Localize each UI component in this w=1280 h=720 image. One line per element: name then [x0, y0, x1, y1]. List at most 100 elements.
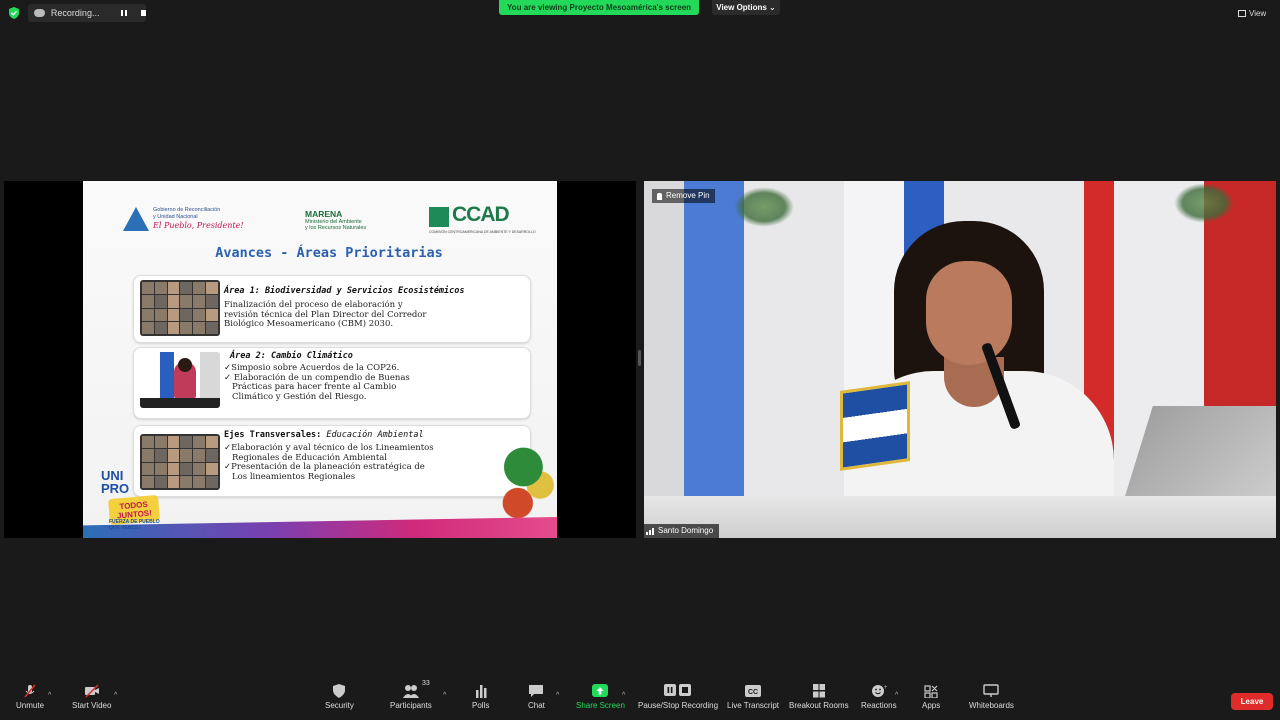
apps-label: Apps: [922, 701, 941, 710]
share-options-caret-icon[interactable]: ^: [622, 692, 625, 699]
svg-text:+: +: [884, 685, 887, 691]
whiteboards-button[interactable]: Whiteboards: [969, 684, 1014, 710]
shield-check-icon[interactable]: [8, 7, 20, 19]
ejes-heading-italic: Educación Ambiental: [326, 430, 424, 440]
reactions-options-caret-icon[interactable]: ^: [895, 692, 898, 699]
security-button[interactable]: Security: [325, 684, 354, 710]
share-screen-button[interactable]: Share Screen: [576, 684, 625, 710]
area-1-heading: Área 1: Biodiversidad y Servicios Ecosis…: [224, 286, 465, 296]
view-options-button[interactable]: View Options ⌄: [712, 0, 780, 15]
marena-line-2: y los Recursos Naturales: [305, 225, 367, 231]
area-2-heading: Área 2: Cambio Climático: [230, 351, 353, 361]
ccad-wordmark: CCAD: [452, 203, 510, 226]
unmute-label: Unmute: [16, 701, 45, 710]
participant-name: Santo Domingo: [658, 526, 714, 535]
desk: [644, 496, 1276, 538]
remove-pin-button[interactable]: Remove Pin: [652, 189, 715, 203]
stop-recording-icon[interactable]: [140, 10, 146, 16]
pause-stop-label: Pause/Stop Recording: [638, 701, 719, 710]
gov-line-2: y Unidad Nacional: [153, 213, 198, 220]
breakout-rooms-button[interactable]: Breakout Rooms: [789, 684, 849, 710]
participants-label: Participants: [390, 701, 432, 710]
slide-title: Avances - Áreas Prioritarias: [215, 245, 443, 261]
ejes-text: ✓Elaboración y aval técnico de los Linea…: [224, 443, 534, 482]
apps-icon: [924, 685, 938, 698]
svg-text:CC: CC: [748, 689, 758, 696]
unmute-button[interactable]: Unmute: [16, 684, 44, 710]
pin-icon: [657, 192, 662, 200]
presentation-slide: Gobierno de Reconciliación y Unidad Naci…: [83, 181, 557, 538]
marena-logo: MARENA Ministerio del Ambiente y los Rec…: [305, 209, 366, 231]
area-1-text: Finalización del proceso de elaboración …: [224, 300, 534, 330]
pause-stop-icon: [664, 684, 692, 696]
reactions-label: Reactions: [861, 701, 897, 710]
government-logo: Gobierno de Reconciliación y Unidad Naci…: [123, 207, 253, 235]
video-options-caret-icon[interactable]: ^: [114, 692, 117, 699]
speaker-thumbnail: [140, 352, 220, 408]
chevron-down-icon: ⌄: [769, 3, 776, 12]
participants-options-caret-icon[interactable]: ^: [443, 692, 446, 699]
area-2-line: Elaboración de un compendio de Buenas: [231, 372, 410, 383]
shared-screen[interactable]: Gobierno de Reconciliación y Unidad Naci…: [4, 181, 636, 538]
area-2-line: Climático y Gestión del Riesgo.: [232, 391, 367, 402]
ejes-transversales-card: Ejes Transversales: Educación Ambiental …: [133, 425, 531, 497]
ccad-subtitle: COMISIÓN CENTROAMERICANA DE AMBIENTE Y D…: [429, 230, 536, 234]
ejes-heading-bold: Ejes Transversales:: [224, 430, 322, 440]
share-screen-arrow-icon: [592, 684, 609, 697]
fuerza-slogan: FUERZA DE PUEBLO QUE VENCE!: [109, 519, 160, 531]
view-button[interactable]: View: [1238, 6, 1274, 20]
flag-crest: [1174, 183, 1234, 223]
start-video-label: Start Video: [72, 701, 112, 710]
area-2-card: Área 2: Cambio Climático ✓Simposio sobre…: [133, 347, 531, 419]
reactions-button[interactable]: + Reactions: [861, 684, 897, 710]
microphone-muted-icon: [24, 684, 36, 698]
remove-pin-label: Remove Pin: [666, 191, 710, 200]
signal-bars-icon: [646, 527, 654, 535]
area-1-line: Biológico Mesoamericano (CBM) 2030.: [224, 319, 394, 329]
audio-options-caret-icon[interactable]: ^: [48, 692, 51, 699]
reactions-smiley-icon: +: [871, 685, 887, 697]
chat-button[interactable]: Chat: [528, 684, 545, 710]
recording-indicator: Recording...: [28, 4, 146, 22]
ccad-emblem-icon: [429, 207, 449, 227]
whiteboard-icon: [983, 684, 1000, 697]
area-2-text: ✓Simposio sobre Acuerdos de la COP26. ✓ …: [224, 363, 534, 402]
share-screen-label: Share Screen: [576, 701, 625, 710]
breakout-rooms-grid-icon: [812, 684, 825, 698]
ccad-logo: CCAD COMISIÓN CENTROAMERICANA DE AMBIENT…: [429, 203, 537, 234]
live-transcript-button[interactable]: CC Live Transcript: [727, 684, 779, 710]
pause-stop-recording-button[interactable]: Pause/Stop Recording: [638, 684, 718, 710]
recording-label: Recording...: [50, 8, 100, 18]
ejes-line: Elaboración y aval técnico de los Lineam…: [231, 443, 434, 453]
video-grid-thumbnail: [140, 280, 220, 336]
area-2-line: Simposio sobre Acuerdos de la COP26.: [231, 363, 400, 373]
meeting-toolbar: Unmute ^ Start Video ^ Security 33 Parti…: [0, 680, 1280, 720]
pause-recording-icon[interactable]: [119, 8, 128, 18]
polls-button[interactable]: Polls: [472, 684, 489, 710]
viewing-banner: You are viewing Proyecto Mesoamérica's s…: [499, 0, 699, 15]
leave-button[interactable]: Leave: [1231, 693, 1273, 710]
chat-label: Chat: [528, 701, 545, 710]
gov-slogan: El Pueblo, Presidente!: [153, 221, 244, 230]
ejes-heading: Ejes Transversales: Educación Ambiental: [224, 430, 424, 440]
apps-button[interactable]: Apps: [922, 684, 940, 710]
participant-video[interactable]: Remove Pin Santo Domingo: [644, 181, 1276, 538]
whiteboards-label: Whiteboards: [969, 701, 1014, 710]
triangle-emblem-icon: [123, 207, 149, 231]
chat-options-caret-icon[interactable]: ^: [556, 692, 559, 699]
unidad-logo: UNI PRO: [101, 469, 129, 495]
view-options-label: View Options: [716, 3, 767, 12]
chat-bubble-icon: [529, 685, 544, 697]
security-shield-icon: [333, 684, 346, 698]
start-video-button[interactable]: Start Video: [72, 684, 111, 710]
closed-caption-icon: CC: [745, 685, 762, 697]
polls-label: Polls: [472, 701, 490, 710]
view-label: View: [1249, 8, 1267, 18]
area-1-card: Área 1: Biodiversidad y Servicios Ecosis…: [133, 275, 531, 343]
video-off-icon: [84, 684, 99, 698]
marena-title: MARENA: [305, 209, 343, 219]
live-transcript-label: Live Transcript: [727, 701, 780, 710]
split-view-handle[interactable]: [638, 350, 641, 366]
security-label: Security: [325, 701, 354, 710]
participants-button[interactable]: 33 Participants: [390, 680, 432, 710]
